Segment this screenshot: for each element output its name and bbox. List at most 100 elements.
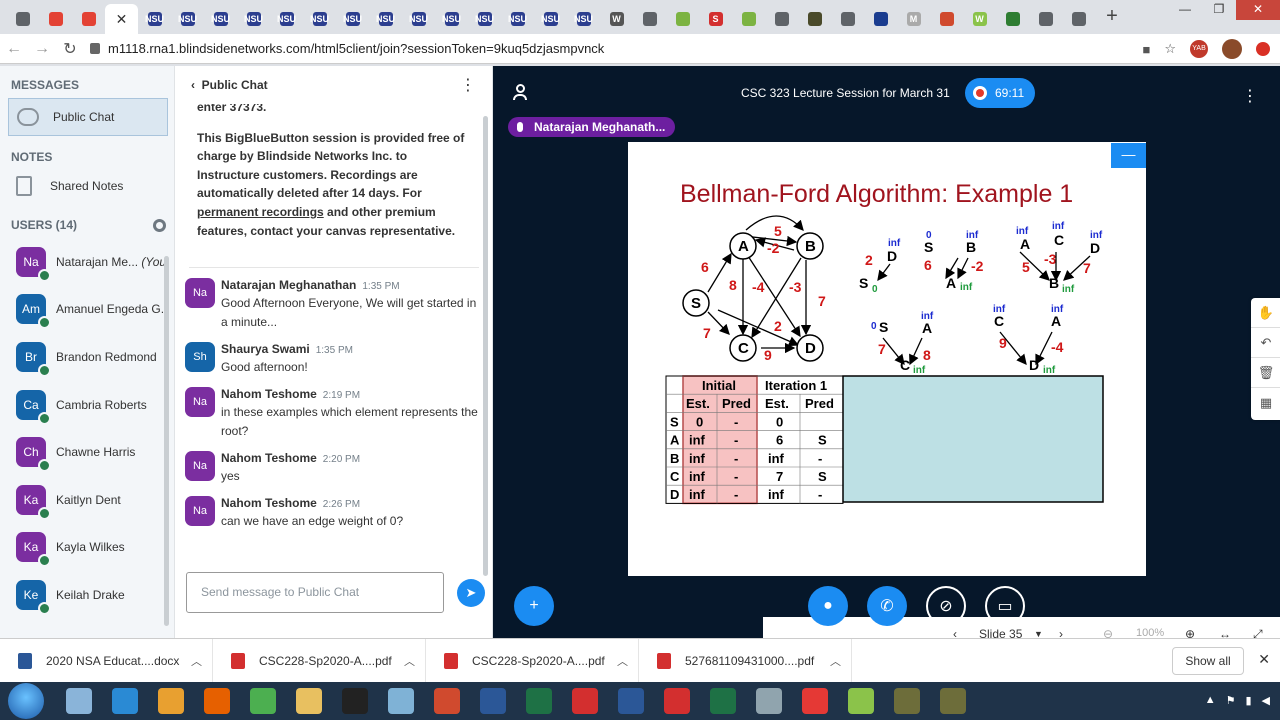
browser-tab[interactable]: [798, 4, 831, 34]
taskbar-app[interactable]: [516, 684, 562, 718]
taskbar-app[interactable]: [884, 684, 930, 718]
browser-tab[interactable]: [732, 4, 765, 34]
chevron-up-icon[interactable]: ︿: [830, 653, 841, 669]
browser-tab[interactable]: NSU: [303, 4, 336, 34]
browser-tab[interactable]: [39, 4, 72, 34]
forward-icon[interactable]: →: [28, 40, 56, 58]
taskbar-app[interactable]: [792, 684, 838, 718]
browser-tab[interactable]: [6, 4, 39, 34]
reload-icon[interactable]: ↻: [56, 39, 84, 59]
browser-tab[interactable]: [765, 4, 798, 34]
browser-tab[interactable]: [633, 4, 666, 34]
browser-tab[interactable]: NSU: [468, 4, 501, 34]
shared-notes-item[interactable]: Shared Notes: [0, 168, 174, 204]
taskbar-app[interactable]: [700, 684, 746, 718]
user-item[interactable]: Ka Kayla Wilkes: [0, 524, 174, 572]
close-tab-icon[interactable]: ✕: [116, 11, 128, 28]
taskbar-app[interactable]: [608, 684, 654, 718]
user-list-scrollbar[interactable]: [164, 256, 169, 626]
extension-red-icon[interactable]: [1256, 42, 1270, 56]
browser-tab[interactable]: S: [699, 4, 732, 34]
trash-icon[interactable]: 🗑: [1251, 358, 1280, 388]
camera-blocked-icon[interactable]: ■: [1142, 42, 1150, 57]
taskbar-app[interactable]: [838, 684, 884, 718]
taskbar-app[interactable]: [286, 684, 332, 718]
new-tab-button[interactable]: +: [1099, 4, 1125, 30]
browser-tab[interactable]: NSU: [237, 4, 270, 34]
browser-tab[interactable]: NSU: [204, 4, 237, 34]
taskbar-app[interactable]: [470, 684, 516, 718]
gear-icon[interactable]: [153, 218, 166, 232]
taskbar-app[interactable]: [378, 684, 424, 718]
flag-icon[interactable]: ⚑: [1226, 694, 1236, 707]
taskbar-app[interactable]: [332, 684, 378, 718]
hand-tool-icon[interactable]: ✋: [1251, 298, 1280, 328]
chevron-up-icon[interactable]: ︿: [191, 653, 202, 669]
video-off-button[interactable]: ⊘: [926, 586, 966, 626]
taskbar-app[interactable]: [746, 684, 792, 718]
whiteboard-icon[interactable]: ▦: [1251, 388, 1280, 418]
phone-button[interactable]: ✆: [867, 586, 907, 626]
permanent-recordings-link[interactable]: permanent recordings: [197, 205, 324, 219]
show-all-button[interactable]: Show all: [1172, 647, 1244, 675]
browser-tab[interactable]: NSU: [270, 4, 303, 34]
browser-tab[interactable]: [1029, 4, 1062, 34]
browser-tab[interactable]: [831, 4, 864, 34]
chat-message-input[interactable]: Send message to Public Chat: [186, 572, 444, 613]
network-icon[interactable]: ▮: [1245, 694, 1251, 707]
user-item[interactable]: Ch Chawne Harris: [0, 428, 174, 476]
browser-tab[interactable]: [1062, 4, 1095, 34]
chevron-up-icon[interactable]: ︿: [617, 653, 628, 669]
user-toggle-icon[interactable]: [513, 84, 527, 100]
star-icon[interactable]: ☆: [1164, 41, 1176, 57]
browser-tab[interactable]: NSU: [435, 4, 468, 34]
minimize-icon[interactable]: —: [1168, 0, 1202, 20]
browser-tab[interactable]: NSU: [171, 4, 204, 34]
browser-tab[interactable]: [996, 4, 1029, 34]
undo-icon[interactable]: ↶: [1251, 328, 1280, 358]
taskbar-app[interactable]: [148, 684, 194, 718]
user-item[interactable]: Br Brandon Redmond: [0, 333, 174, 381]
browser-tab[interactable]: [864, 4, 897, 34]
recording-button[interactable]: 69:11: [965, 78, 1035, 108]
browser-tab[interactable]: NSU: [138, 4, 171, 34]
user-item[interactable]: Ke Keilah Drake: [0, 571, 174, 619]
download-item[interactable]: 527681109431000....pdf ︿: [639, 638, 852, 683]
user-item[interactable]: Na Natarajan Me... (You): [0, 238, 174, 286]
browser-tab[interactable]: NSU: [402, 4, 435, 34]
browser-tab[interactable]: [72, 4, 105, 34]
user-item[interactable]: Ka Kaitlyn Dent: [0, 476, 174, 524]
chat-back-button[interactable]: ‹ Public Chat: [191, 78, 268, 92]
browser-tab[interactable]: NSU: [567, 4, 600, 34]
browser-tab[interactable]: W: [600, 4, 633, 34]
extension-icon[interactable]: YAB: [1190, 40, 1208, 58]
back-icon[interactable]: ←: [0, 40, 28, 58]
browser-tab[interactable]: [666, 4, 699, 34]
taskbar-app[interactable]: [930, 684, 976, 718]
browser-tab[interactable]: NSU: [501, 4, 534, 34]
browser-tab[interactable]: ✕: [105, 4, 138, 34]
chat-options-icon[interactable]: ⋮: [460, 75, 476, 95]
taskbar-app[interactable]: [102, 684, 148, 718]
taskbar-app[interactable]: [562, 684, 608, 718]
browser-tab[interactable]: NSU: [534, 4, 567, 34]
close-window-icon[interactable]: ✕: [1236, 0, 1280, 20]
browser-tab[interactable]: [930, 4, 963, 34]
minimize-presentation-icon[interactable]: —: [1111, 143, 1146, 168]
plus-actions-button[interactable]: +: [514, 586, 554, 626]
user-item[interactable]: Am Amanuel Engeda G...: [0, 286, 174, 334]
maximize-icon[interactable]: ❐: [1202, 0, 1236, 20]
close-downloads-icon[interactable]: ✕: [1258, 651, 1270, 668]
url-field[interactable]: m1118.rna1.blindsidenetworks.com/html5cl…: [90, 41, 604, 56]
chevron-up-icon[interactable]: ︿: [404, 653, 415, 669]
start-button[interactable]: [8, 683, 44, 719]
browser-tab[interactable]: NSU: [369, 4, 402, 34]
browser-tab[interactable]: W: [963, 4, 996, 34]
browser-tab[interactable]: NSU: [336, 4, 369, 34]
download-item[interactable]: CSC228-Sp2020-A....pdf ︿: [213, 638, 426, 683]
screenshare-off-button[interactable]: ▭: [985, 586, 1025, 626]
taskbar-app[interactable]: [654, 684, 700, 718]
send-icon[interactable]: ➤: [457, 579, 485, 607]
public-chat-item[interactable]: Public Chat: [8, 98, 168, 136]
download-item[interactable]: 2020 NSA Educat....docx ︿: [0, 638, 213, 683]
